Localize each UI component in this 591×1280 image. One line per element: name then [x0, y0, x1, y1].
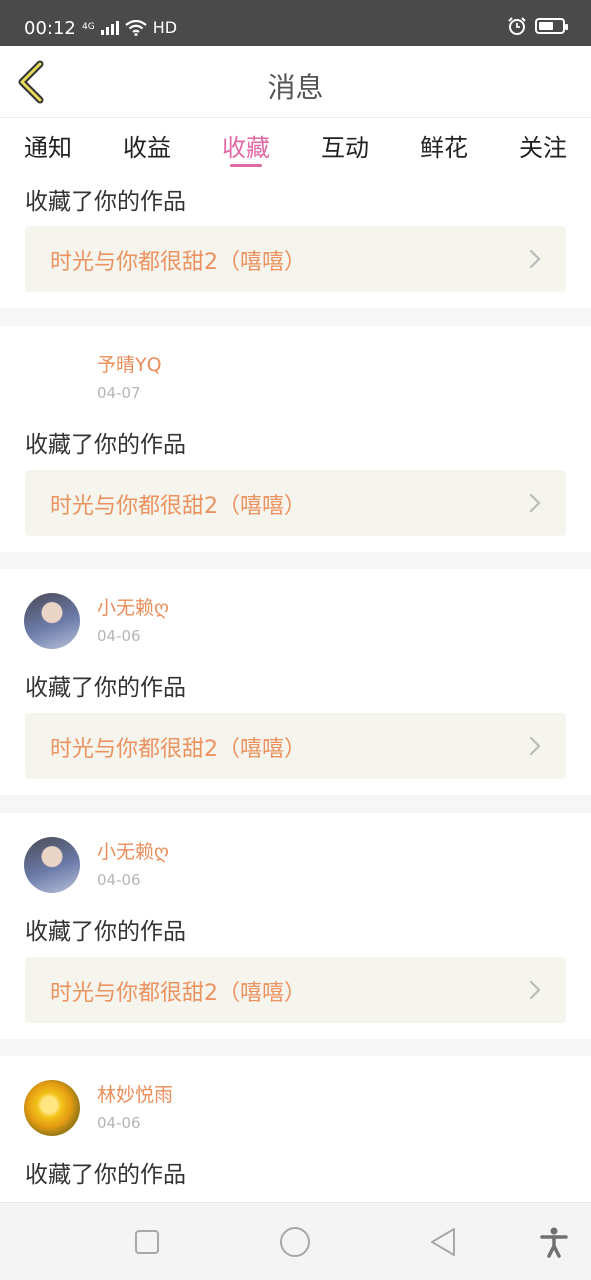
username[interactable]: 小无赖ღ — [97, 837, 169, 864]
list-item: 收藏了你的作品 时光与你都很甜2（嘻嘻） — [0, 174, 591, 308]
tab-flowers[interactable]: 鲜花 — [420, 118, 468, 174]
list-item: 林妙悦雨 04-06 收藏了你的作品 — [0, 1056, 591, 1202]
list-item: 予晴YQ 04-07 收藏了你的作品 时光与你都很甜2（嘻嘻） — [0, 326, 591, 552]
work-title: 时光与你都很甜2（嘻嘻） — [50, 494, 306, 519]
top-app-bar: 消息 — [0, 46, 591, 118]
avatar[interactable] — [24, 837, 80, 893]
message-category-tabs: 通知 收益 收藏 互动 鲜花 关注 — [0, 118, 591, 174]
tab-earnings[interactable]: 收益 — [123, 118, 171, 174]
accessibility-icon[interactable] — [537, 1225, 571, 1259]
status-bar: 00:12 4G HD — [0, 0, 591, 46]
avatar[interactable] — [24, 593, 80, 649]
date: 04-06 — [97, 871, 141, 889]
list-item: 小无赖ღ 04-06 收藏了你的作品 时光与你都很甜2（嘻嘻） — [0, 569, 591, 795]
hd-indicator: HD — [152, 18, 178, 37]
work-title: 时光与你都很甜2（嘻嘻） — [50, 737, 306, 762]
date: 04-06 — [97, 1114, 141, 1132]
date: 04-06 — [97, 627, 141, 645]
chevron-right-icon — [529, 493, 541, 513]
signal-icon — [100, 20, 119, 35]
chevron-right-icon — [529, 980, 541, 1000]
username[interactable]: 予晴YQ — [97, 350, 162, 377]
square-recents-icon[interactable] — [130, 1225, 164, 1259]
work-link[interactable]: 时光与你都很甜2（嘻嘻） — [25, 226, 566, 292]
chevron-right-icon — [529, 249, 541, 269]
tab-interactions[interactable]: 互动 — [321, 118, 369, 174]
action-text: 收藏了你的作品 — [25, 675, 186, 701]
battery-icon — [535, 18, 568, 34]
avatar[interactable] — [24, 350, 80, 406]
alarm-icon — [508, 17, 526, 35]
tab-favorites[interactable]: 收藏 — [222, 118, 270, 174]
network-type: 4G — [82, 22, 95, 32]
tab-follows[interactable]: 关注 — [519, 118, 567, 174]
avatar[interactable] — [24, 1080, 80, 1136]
work-title: 时光与你都很甜2（嘻嘻） — [50, 981, 306, 1006]
action-text: 收藏了你的作品 — [25, 189, 186, 215]
username[interactable]: 林妙悦雨 — [97, 1080, 173, 1107]
work-link[interactable]: 时光与你都很甜2（嘻嘻） — [25, 470, 566, 536]
favorites-feed[interactable]: 收藏了你的作品 时光与你都很甜2（嘻嘻） 予晴YQ 04-07 收藏了你的作品 … — [0, 174, 591, 1202]
status-time: 00:12 — [24, 18, 76, 39]
wifi-icon — [125, 19, 147, 36]
action-text: 收藏了你的作品 — [25, 432, 186, 458]
triangle-back-icon[interactable] — [426, 1225, 460, 1259]
network-indicator: 4G HD — [82, 18, 177, 37]
action-text: 收藏了你的作品 — [25, 1162, 186, 1188]
circle-home-icon[interactable] — [278, 1225, 312, 1259]
username[interactable]: 小无赖ღ — [97, 593, 169, 620]
work-link[interactable]: 时光与你都很甜2（嘻嘻） — [25, 957, 566, 1023]
chevron-right-icon — [529, 736, 541, 756]
action-text: 收藏了你的作品 — [25, 919, 186, 945]
page-title: 消息 — [267, 71, 324, 104]
tab-notifications[interactable]: 通知 — [24, 118, 72, 174]
list-item: 小无赖ღ 04-06 收藏了你的作品 时光与你都很甜2（嘻嘻） — [0, 813, 591, 1039]
date: 04-07 — [97, 384, 141, 402]
work-link[interactable]: 时光与你都很甜2（嘻嘻） — [25, 713, 566, 779]
work-title: 时光与你都很甜2（嘻嘻） — [50, 250, 306, 275]
system-nav-bar — [0, 1202, 591, 1280]
